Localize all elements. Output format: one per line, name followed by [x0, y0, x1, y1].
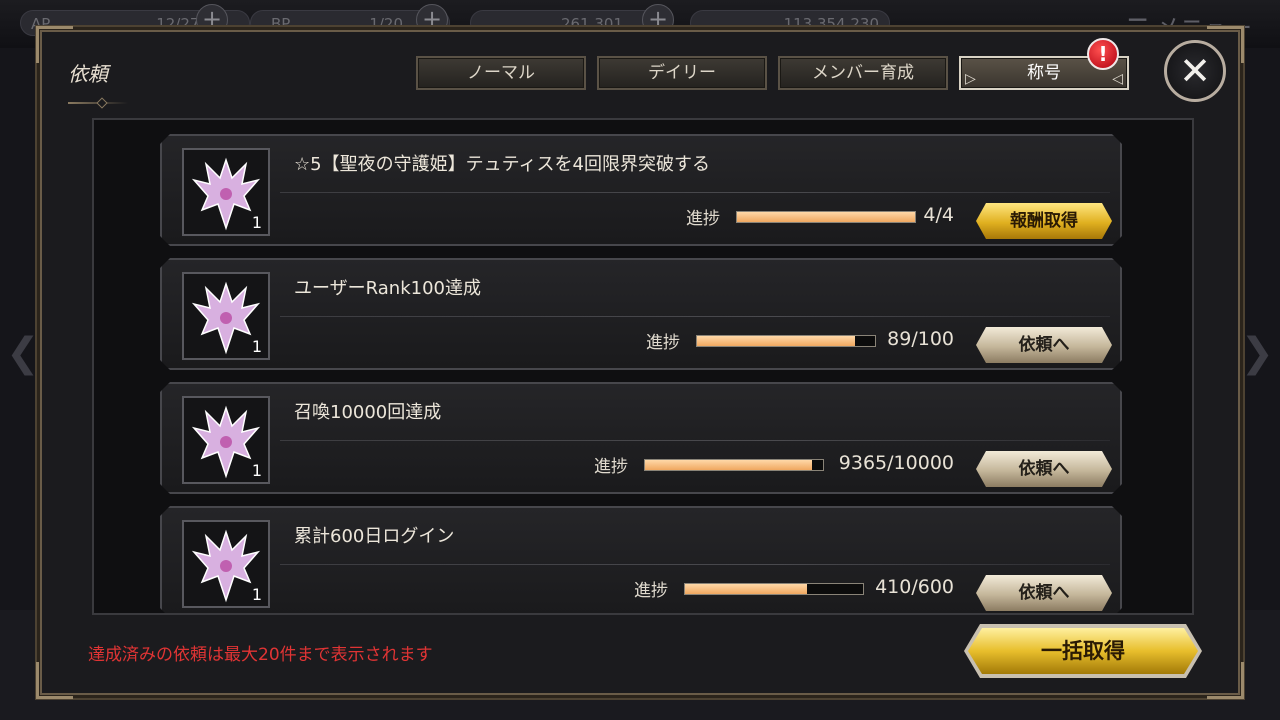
progress-value: 9365/10000 [838, 452, 954, 474]
divider [280, 316, 1110, 317]
progress-value: 410/600 [875, 576, 954, 598]
divider [280, 564, 1110, 565]
ornament-corner [36, 662, 73, 699]
tab-title-label: 称号 [1027, 63, 1061, 83]
progress-bar [696, 335, 876, 347]
divider [280, 192, 1110, 193]
progress-fill [685, 584, 807, 594]
progress-bar [684, 583, 864, 595]
mission-title: 累計600日ログイン [294, 526, 455, 547]
tab-right-arrow-icon: ◁ [1112, 71, 1123, 87]
ornament-corner [1207, 662, 1244, 699]
alert-icon: ! [1087, 38, 1119, 70]
progress-bar [644, 459, 824, 471]
reward-icon-frame: 1 [182, 148, 270, 236]
mission-title: ☆5【聖夜の守護姫】テュティスを4回限界突破する [294, 154, 710, 175]
progress-label: 進捗 [646, 333, 680, 353]
scrollbar[interactable] [1192, 126, 1194, 611]
mission-item: 1 累計600日ログイン 進捗 410/600 依頼へ [160, 506, 1122, 615]
progress-label: 進捗 [594, 457, 628, 477]
reward-icon-frame: 1 [182, 396, 270, 484]
progress-value: 4/4 [923, 204, 954, 226]
progress-label: 進捗 [634, 581, 668, 601]
reward-count: 1 [251, 461, 262, 480]
reward-icon-frame: 1 [182, 520, 270, 608]
mission-item: 1 ユーザーRank100達成 進捗 89/100 依頼へ [160, 258, 1122, 370]
mission-title: ユーザーRank100達成 [294, 278, 481, 299]
close-button[interactable]: ✕ [1164, 40, 1226, 102]
reward-icon-frame: 1 [182, 272, 270, 360]
mission-list[interactable]: 1 ☆5【聖夜の守護姫】テュティスを4回限界突破する 進捗 4/4 報酬取得 1… [92, 118, 1194, 615]
go-to-request-button[interactable]: 依頼へ [976, 451, 1112, 487]
display-limit-note: 達成済みの依頼は最大20件まで表示されます [88, 645, 433, 665]
progress-fill [697, 336, 855, 346]
mission-item: 1 ☆5【聖夜の守護姫】テュティスを4回限界突破する 進捗 4/4 報酬取得 [160, 134, 1122, 246]
right-nav-arrow-icon: ❯ [1240, 330, 1274, 376]
tab-member-training[interactable]: メンバー育成 [778, 56, 948, 90]
progress-bar [736, 211, 916, 223]
progress-label: 進捗 [686, 209, 720, 229]
progress-fill [645, 460, 812, 470]
left-nav-arrow-icon: ❮ [6, 330, 40, 376]
tab-left-arrow-icon: ▷ [965, 71, 976, 87]
divider [280, 440, 1110, 441]
mission-title: 召喚10000回達成 [294, 402, 442, 423]
tab-normal[interactable]: ノーマル [416, 56, 586, 90]
reward-count: 1 [251, 337, 262, 356]
request-dialog: 依頼 ノーマル デイリー メンバー育成 ▷ 称号 ◁ ! ✕ 1 ☆5【聖夜の守… [36, 26, 1244, 699]
mission-item: 1 召喚10000回達成 進捗 9365/10000 依頼へ [160, 382, 1122, 494]
reward-count: 1 [251, 585, 262, 604]
dialog-title: 依頼 [68, 62, 108, 86]
progress-value: 89/100 [887, 328, 954, 350]
reward-count: 1 [251, 213, 262, 232]
go-to-request-button[interactable]: 依頼へ [976, 327, 1112, 363]
bulk-claim-button[interactable]: 一括取得 [968, 628, 1198, 674]
progress-fill [737, 212, 915, 222]
tab-daily[interactable]: デイリー [597, 56, 767, 90]
title-ornament [68, 102, 128, 104]
go-to-request-button[interactable]: 依頼へ [976, 575, 1112, 611]
claim-reward-button[interactable]: 報酬取得 [976, 203, 1112, 239]
